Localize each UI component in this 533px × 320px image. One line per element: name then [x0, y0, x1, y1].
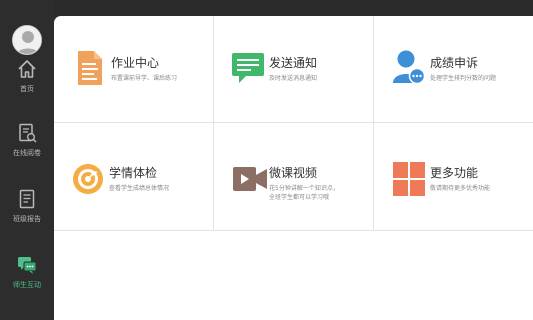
document-icon [78, 51, 102, 85]
sidebar-item-class-report[interactable]: 班级报告 [0, 188, 54, 224]
tile-description-line-1: 花5分钟讲解一个知识点， [269, 185, 339, 192]
video-camera-icon [233, 167, 267, 191]
tile-description: 查看学生成绩总体情况 [109, 185, 170, 192]
home-icon [18, 60, 36, 78]
tile-description: 布置课前导学、课后练习 [111, 75, 178, 82]
sidebar-item-online-marking[interactable]: 在线阅卷 [0, 122, 54, 158]
avatar[interactable] [12, 25, 42, 55]
grid-icon [393, 162, 425, 196]
tile-learning-checkup[interactable]: 学情体检 查看学生成绩总体情况 [54, 123, 214, 231]
tile-more-features[interactable]: 更多功能 敬请期待更多优秀功能 [374, 123, 533, 231]
tile-description: 敬请期待更多优秀功能 [430, 185, 491, 192]
user-appeal-icon [393, 50, 425, 85]
report-icon [19, 189, 35, 209]
tile-title: 作业中心 [111, 56, 160, 70]
tile-description: 及时发送消息通知 [269, 75, 318, 82]
sidebar-item-label: 班级报告 [13, 215, 41, 223]
tile-micro-video[interactable]: 微课视频 花5分钟讲解一个知识点， 全班学生都可以学习哦 [214, 123, 374, 231]
feature-panel: 作业中心 布置课前导学、课后练习 发送通知 及时发送消息通知 成绩申诉 处理学生… [54, 16, 533, 320]
tile-description: 处理学生排判分数的问题 [430, 75, 497, 82]
tile-title: 学情体检 [109, 166, 158, 180]
tile-description-line-2: 全班学生都可以学习哦 [269, 194, 330, 201]
tile-title: 更多功能 [430, 166, 479, 180]
tile-title: 成绩申诉 [430, 56, 479, 70]
tile-homework-center[interactable]: 作业中心 布置课前导学、课后练习 [54, 16, 214, 123]
checkup-icon [73, 164, 103, 194]
tile-send-notice[interactable]: 发送通知 及时发送消息通知 [214, 16, 374, 123]
tile-title: 发送通知 [269, 56, 318, 70]
chat-icon [18, 257, 37, 274]
tile-title: 微课视频 [269, 166, 318, 180]
sidebar: 首页 在线阅卷 班级报告 师生互动 [0, 0, 54, 320]
marking-icon [19, 123, 37, 143]
user-avatar-icon [13, 26, 41, 54]
message-icon [232, 53, 264, 83]
tile-score-appeal[interactable]: 成绩申诉 处理学生排判分数的问题 [374, 16, 533, 123]
sidebar-item-label: 在线阅卷 [13, 149, 41, 157]
sidebar-item-label: 师生互动 [13, 281, 41, 289]
sidebar-item-interaction[interactable]: 师生互动 [0, 254, 54, 290]
sidebar-item-label: 首页 [20, 85, 34, 93]
sidebar-item-home[interactable]: 首页 [0, 58, 54, 94]
